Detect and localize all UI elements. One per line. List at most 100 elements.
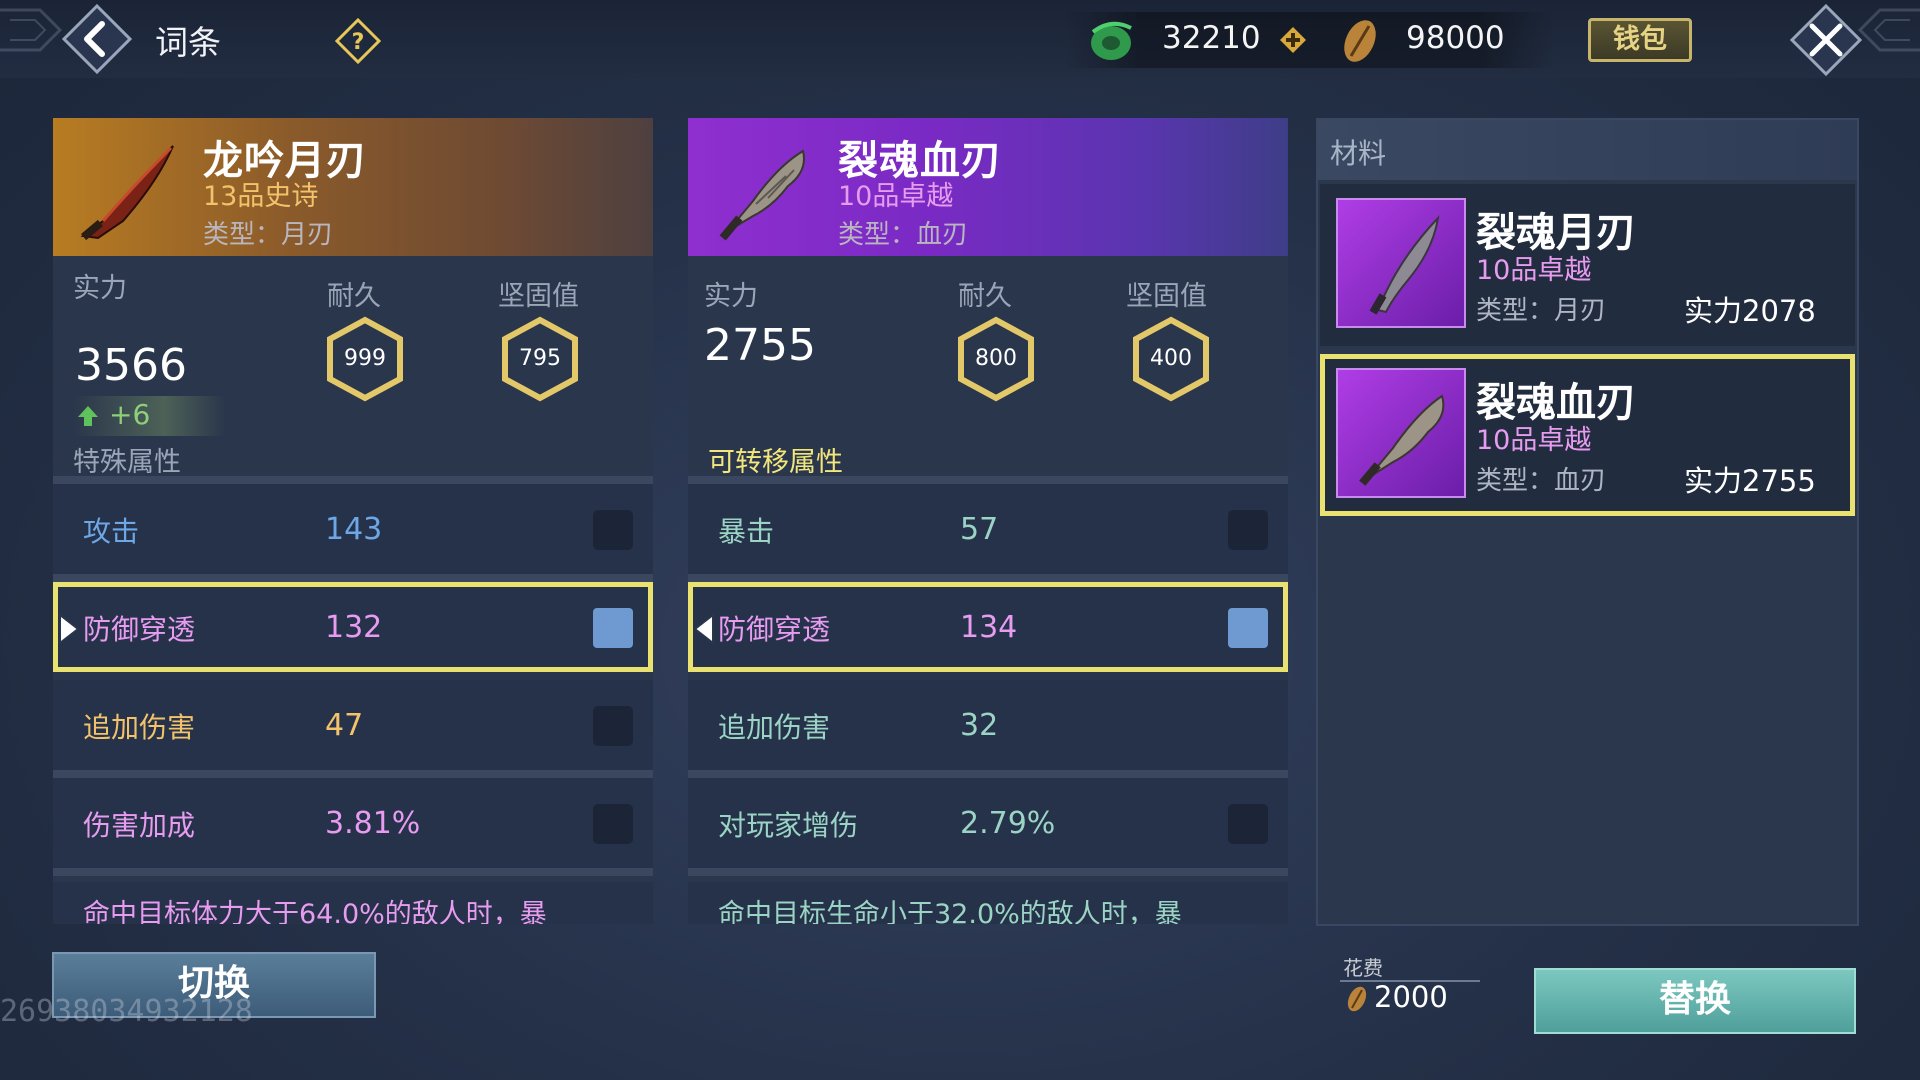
attribute-row-selected[interactable]: 防御穿透 132 (53, 582, 653, 672)
attribute-checkbox-checked[interactable] (1228, 608, 1268, 648)
replace-button[interactable]: 替换 (1534, 968, 1856, 1034)
moon-blade-icon (1369, 214, 1440, 315)
attribute-row[interactable]: 追加伤害 47 (53, 680, 653, 778)
power-value: 2755 (704, 320, 816, 371)
selection-arrow-right-icon (59, 613, 80, 645)
durability-value: 800 (975, 346, 1017, 371)
attribute-row[interactable]: 伤害加成 3.81% (53, 778, 653, 876)
close-icon[interactable] (1790, 4, 1862, 76)
power-diff-value: +6 (109, 398, 151, 431)
attribute-name: 追加伤害 (718, 711, 831, 744)
material-power: 实力2078 (1684, 294, 1816, 328)
attribute-checkbox[interactable] (1228, 804, 1268, 844)
attribute-row-partial[interactable]: 命中目标体力大于64.0%的敌人时，暴 (53, 882, 653, 924)
materials-header: 材料 (1318, 120, 1857, 180)
attribute-name: 攻击 (83, 515, 140, 548)
back-arrow-icon[interactable] (62, 4, 132, 74)
attribute-name: 追加伤害 (83, 711, 196, 744)
cost-label: 花费 (1343, 956, 1383, 980)
attribute-name: 对玩家增伤 (718, 809, 859, 842)
material-type: 类型：月刃 (1476, 296, 1607, 326)
power-label: 实力 (704, 281, 758, 312)
materials-panel: 材料 裂魂月刃 10品卓越 类型：月刃 实力2078 裂魂血刃 10品卓越 类型… (1316, 118, 1859, 926)
material-item-panel: 裂魂血刃 10品卓越 类型：血刃 实力 2755 耐久 800 坚固值 400 … (688, 118, 1288, 924)
current-item-header: 龙吟月刃 13品史诗 类型：月刃 (53, 118, 653, 256)
attribute-value: 2.79% (960, 806, 1056, 841)
attribute-row[interactable]: 对玩家增伤 2.79% (688, 778, 1288, 876)
shell-currency-value: 98000 (1406, 20, 1505, 56)
add-currency-icon[interactable] (1279, 26, 1307, 54)
attribute-checkbox-checked[interactable] (593, 608, 633, 648)
special-attributes-title: 特殊属性 (73, 447, 181, 478)
attribute-value: 132 (325, 610, 383, 645)
material-thumbnail (1336, 368, 1466, 498)
attribute-name: 防御穿透 (83, 613, 196, 646)
attribute-name: 伤害加成 (83, 809, 196, 842)
material-card[interactable]: 裂魂月刃 10品卓越 类型：月刃 实力2078 (1320, 184, 1855, 346)
divider (53, 868, 653, 876)
shell-currency-icon (1347, 986, 1367, 1012)
attribute-checkbox[interactable] (593, 706, 633, 746)
top-bar: 词条 ? 32210 98000 钱包 (0, 0, 1920, 78)
solidity-label: 坚固值 (498, 281, 579, 312)
material-type: 类型：血刃 (1476, 466, 1607, 496)
divider (53, 574, 653, 582)
jade-currency-value: 32210 (1162, 20, 1261, 56)
transferable-attributes-title: 可转移属性 (708, 447, 843, 478)
attribute-name: 防御穿透 (718, 613, 831, 646)
wallet-button[interactable]: 钱包 (1588, 18, 1692, 62)
current-item-grade: 13品史诗 (203, 181, 319, 212)
power-value: 3566 (75, 340, 187, 391)
attribute-value: 143 (325, 512, 383, 547)
jade-currency-icon (1091, 21, 1132, 60)
attribute-name: 暴击 (718, 515, 775, 548)
durability-hex-badge: 800 (956, 316, 1036, 402)
blood-blade-icon (1359, 394, 1445, 486)
durability-label: 耐久 (958, 281, 1012, 312)
page-title: 词条 (155, 23, 221, 62)
current-item-type: 类型：月刃 (203, 220, 334, 250)
attribute-row[interactable]: 暴击 57 (688, 484, 1288, 582)
power-diff: +6 (73, 396, 225, 436)
divider (688, 868, 1288, 876)
material-item-type: 类型：血刃 (838, 220, 969, 250)
watermark-id: 26938034932128 (0, 994, 253, 1029)
material-item-header: 裂魂血刃 10品卓越 类型：血刃 (688, 118, 1288, 256)
attribute-checkbox[interactable] (593, 510, 633, 550)
svg-text:?: ? (352, 30, 365, 55)
material-item-grade: 10品卓越 (838, 181, 954, 212)
shell-currency-icon (1344, 20, 1376, 62)
up-arrow-icon (78, 406, 98, 426)
material-power: 实力2755 (1684, 464, 1816, 498)
attribute-value: 57 (960, 512, 999, 547)
attribute-row[interactable]: 追加伤害 32 (688, 680, 1288, 778)
power-label: 实力 (73, 273, 127, 304)
attribute-row-partial[interactable]: 命中目标生命小于32.0%的敌人时，暴 (688, 882, 1288, 924)
material-item-stats: 实力 2755 耐久 800 坚固值 400 (688, 256, 1288, 470)
durability-value: 999 (344, 346, 386, 371)
attribute-description: 命中目标体力大于64.0%的敌人时，暴 (83, 899, 547, 924)
blood-blade-weapon-icon (719, 149, 805, 241)
attribute-checkbox[interactable] (1228, 510, 1268, 550)
attribute-row[interactable]: 攻击 143 (53, 484, 653, 582)
attribute-row-selected[interactable]: 防御穿透 134 (688, 582, 1288, 672)
attribute-value: 3.81% (325, 806, 421, 841)
material-grade: 10品卓越 (1476, 255, 1592, 286)
solidity-label: 坚固值 (1126, 281, 1207, 312)
durability-hex-badge: 999 (325, 316, 405, 402)
solidity-hex-badge: 795 (500, 316, 580, 402)
solidity-value: 795 (519, 346, 561, 371)
materials-title: 材料 (1330, 137, 1387, 170)
divider (688, 770, 1288, 778)
attribute-value: 134 (960, 610, 1018, 645)
cost-value: 2000 (1374, 980, 1448, 1014)
attribute-value: 32 (960, 708, 999, 743)
attribute-description: 命中目标生命小于32.0%的敌人时，暴 (718, 899, 1182, 924)
material-card-selected[interactable]: 裂魂血刃 10品卓越 类型：血刃 实力2755 (1320, 354, 1855, 516)
help-question-icon[interactable]: ? (335, 18, 381, 64)
material-thumbnail (1336, 198, 1466, 328)
attribute-checkbox[interactable] (593, 804, 633, 844)
attribute-value: 47 (325, 708, 364, 743)
moon-blade-weapon-icon (80, 145, 174, 241)
durability-label: 耐久 (327, 281, 381, 312)
